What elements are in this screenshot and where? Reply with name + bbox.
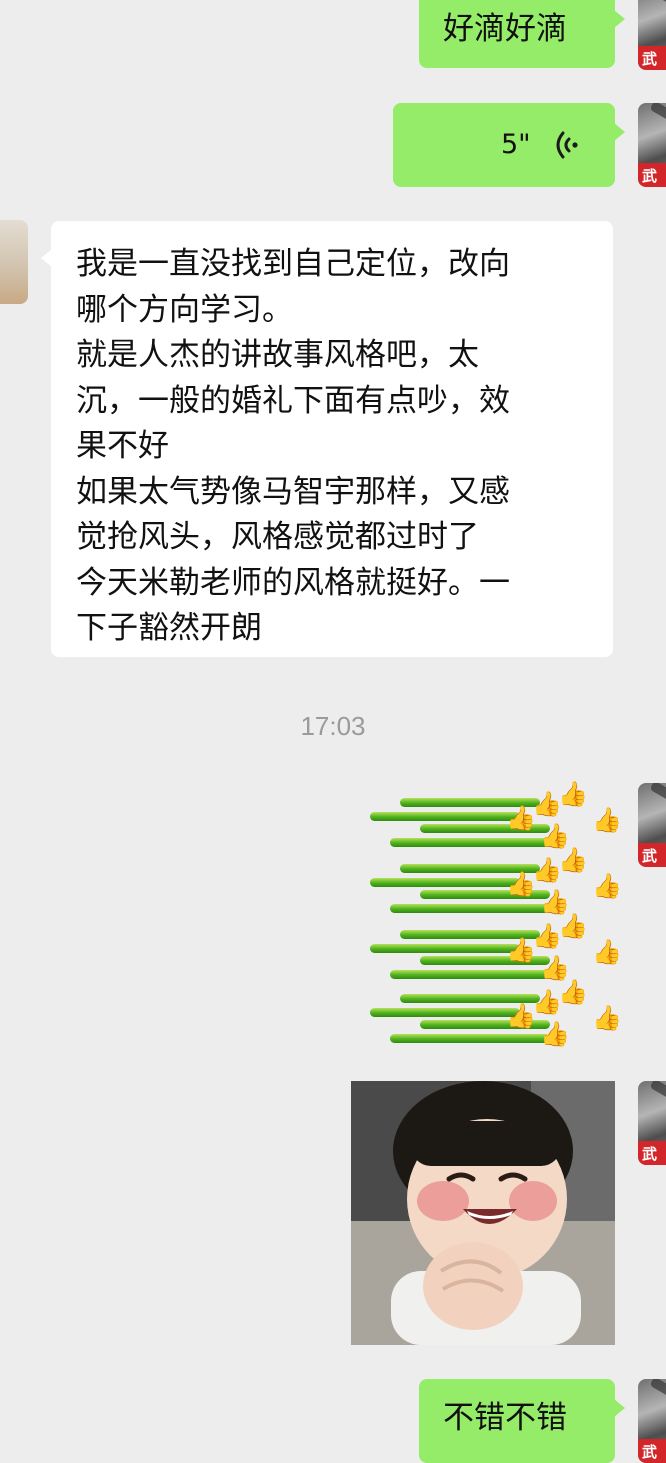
thumbs-up-sticker[interactable]: 👍 👍 👍 👍 👍 👍 👍 👍 👍 👍 👍 👍 👍 👍 👍 👍 👍 👍 👍 👍: [360, 780, 622, 1050]
message-text: 我是一直没找到自己定位，改向 哪个方向学习。 就是人杰的讲故事风格吧，太 沉，一…: [76, 242, 510, 652]
avatar-stamp: 武: [638, 46, 666, 70]
message-line: 果不好: [76, 428, 169, 464]
sticker-strip: [390, 1034, 550, 1043]
message-line: 就是人杰的讲故事风格吧，太: [76, 337, 479, 373]
message-timestamp: 17:03: [300, 711, 366, 741]
thumbs-up-icon: 👍: [532, 922, 562, 950]
message-bubble-outgoing[interactable]: 不错不错: [419, 1379, 625, 1463]
thumbs-up-icon: 👍: [540, 888, 570, 916]
thumbs-up-icon: 👍: [532, 856, 562, 884]
voice-message-bubble[interactable]: 5": [393, 103, 625, 187]
avatar-contact[interactable]: [0, 220, 28, 304]
avatar-self[interactable]: 武: [638, 0, 666, 70]
message-bubble-outgoing[interactable]: 好滴好滴: [419, 0, 625, 68]
message-text: 好滴好滴: [443, 11, 567, 47]
thumbs-up-icon: 👍: [540, 1020, 570, 1048]
avatar-stroke: [649, 103, 666, 140]
avatar-self[interactable]: 武: [638, 1379, 666, 1463]
avatar-stamp: 武: [638, 1439, 666, 1463]
avatar-self[interactable]: 武: [638, 783, 666, 867]
message-line: 下子豁然开朗: [76, 610, 262, 646]
message-bubble-incoming[interactable]: 我是一直没找到自己定位，改向 哪个方向学习。 就是人杰的讲故事风格吧，太 沉，一…: [41, 221, 613, 657]
avatar-self[interactable]: 武: [638, 103, 666, 187]
sticker-strip: [390, 904, 550, 913]
message-line: 觉抢风头，风格感觉都过时了: [76, 519, 479, 555]
thumbs-up-icon: 👍: [506, 870, 536, 898]
sticker-strip: [370, 878, 520, 887]
thumbs-up-icon: 👍: [558, 780, 588, 808]
avatar-stamp: 武: [638, 843, 666, 867]
sticker-strip: [390, 970, 550, 979]
avatar-stroke: [649, 0, 666, 23]
thumbs-up-icon: 👍: [532, 988, 562, 1016]
thumbs-up-icon: 👍: [592, 1004, 622, 1032]
message-line: 如果太气势像马智宇那样，又感: [76, 473, 510, 510]
thumbs-up-icon: 👍: [506, 1002, 536, 1030]
message-line: 我是一直没找到自己定位，改向: [76, 246, 510, 282]
sticker-strip: [390, 838, 550, 847]
avatar-stamp: 武: [638, 1141, 666, 1165]
thumbs-up-icon: 👍: [558, 978, 588, 1006]
thumbs-up-icon: 👍: [532, 790, 562, 818]
thumbs-up-icon: 👍: [592, 806, 622, 834]
voice-duration: 5": [501, 129, 531, 160]
thumbs-up-icon: 👍: [506, 804, 536, 832]
avatar-stamp: 武: [638, 163, 666, 187]
message-line: 今天米勒老师的风格就挺好。一: [76, 564, 510, 601]
thumbs-up-icon: 👍: [592, 938, 622, 966]
avatar-self[interactable]: 武: [638, 1081, 666, 1165]
thumbs-up-icon: 👍: [540, 954, 570, 982]
kid-sticker-image[interactable]: [351, 1081, 615, 1345]
kid-illustration: [351, 1081, 615, 1345]
avatar-stroke: [649, 1379, 666, 1416]
thumbs-up-icon: 👍: [592, 872, 622, 900]
thumbs-up-icon: 👍: [558, 912, 588, 940]
thumbs-up-icon: 👍: [506, 936, 536, 964]
thumbs-up-icon: 👍: [558, 846, 588, 874]
message-text: 不错不错: [443, 1400, 567, 1436]
sticker-strip: [370, 1008, 520, 1017]
thumbs-up-icon: 👍: [540, 822, 570, 850]
voice-waves-icon: [556, 131, 578, 159]
sticker-strip: [370, 812, 520, 821]
sticker-strip: [370, 944, 520, 953]
avatar-stroke: [649, 1081, 666, 1118]
message-line: 沉，一般的婚礼下面有点吵，效: [76, 382, 510, 419]
message-line: 哪个方向学习。: [76, 291, 293, 328]
avatar-stroke: [649, 783, 666, 820]
